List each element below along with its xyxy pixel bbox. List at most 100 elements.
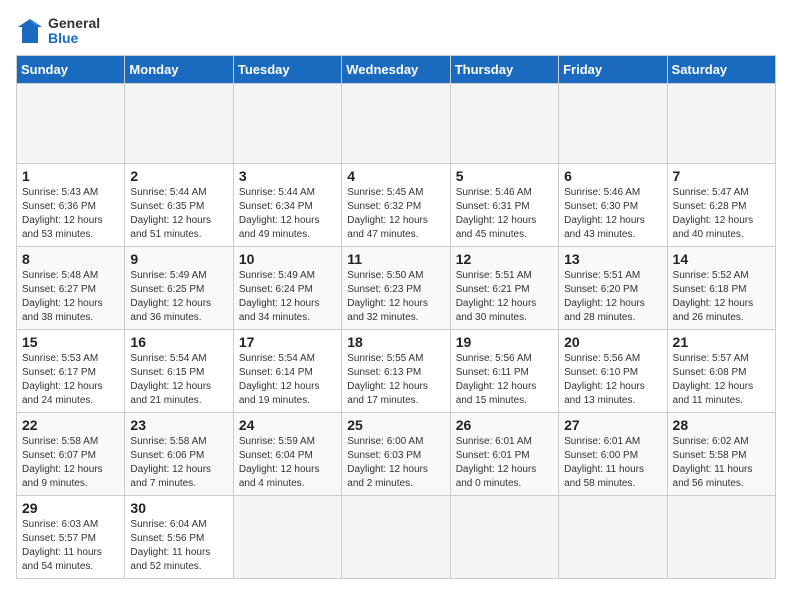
day-info: Sunrise: 5:56 AM Sunset: 6:11 PM Dayligh… <box>456 352 553 408</box>
day-number: 20 <box>564 334 661 350</box>
day-info: Sunrise: 6:00 AM Sunset: 6:03 PM Dayligh… <box>347 435 444 491</box>
day-header-monday: Monday <box>125 55 233 83</box>
day-cell: 4 Sunrise: 5:45 AM Sunset: 6:32 PM Daylig… <box>342 163 450 246</box>
day-number: 5 <box>456 168 553 184</box>
day-cell: 13 Sunrise: 5:51 AM Sunset: 6:20 PM Dayli… <box>559 246 667 329</box>
day-cell: 6 Sunrise: 5:46 AM Sunset: 6:30 PM Daylig… <box>559 163 667 246</box>
day-number: 12 <box>456 251 553 267</box>
day-cell: 23 Sunrise: 5:58 AM Sunset: 6:06 PM Dayli… <box>125 412 233 495</box>
day-number: 23 <box>130 417 227 433</box>
day-number: 17 <box>239 334 336 350</box>
calendar-table: SundayMondayTuesdayWednesdayThursdayFrid… <box>16 55 776 579</box>
day-cell <box>559 83 667 163</box>
day-info: Sunrise: 5:58 AM Sunset: 6:07 PM Dayligh… <box>22 435 119 491</box>
day-number: 18 <box>347 334 444 350</box>
day-info: Sunrise: 5:59 AM Sunset: 6:04 PM Dayligh… <box>239 435 336 491</box>
day-number: 21 <box>673 334 770 350</box>
day-number: 13 <box>564 251 661 267</box>
day-info: Sunrise: 5:44 AM Sunset: 6:34 PM Dayligh… <box>239 186 336 242</box>
day-number: 16 <box>130 334 227 350</box>
day-cell: 17 Sunrise: 5:54 AM Sunset: 6:14 PM Dayli… <box>233 329 341 412</box>
day-number: 1 <box>22 168 119 184</box>
day-info: Sunrise: 6:01 AM Sunset: 6:00 PM Dayligh… <box>564 435 661 491</box>
day-cell: 28 Sunrise: 6:02 AM Sunset: 5:58 PM Dayli… <box>667 412 775 495</box>
day-cell: 26 Sunrise: 6:01 AM Sunset: 6:01 PM Dayli… <box>450 412 558 495</box>
day-cell <box>17 83 125 163</box>
day-cell: 3 Sunrise: 5:44 AM Sunset: 6:34 PM Daylig… <box>233 163 341 246</box>
day-number: 26 <box>456 417 553 433</box>
day-info: Sunrise: 5:54 AM Sunset: 6:15 PM Dayligh… <box>130 352 227 408</box>
day-cell: 15 Sunrise: 5:53 AM Sunset: 6:17 PM Dayli… <box>17 329 125 412</box>
day-cell: 20 Sunrise: 5:56 AM Sunset: 6:10 PM Dayli… <box>559 329 667 412</box>
day-number: 28 <box>673 417 770 433</box>
days-header-row: SundayMondayTuesdayWednesdayThursdayFrid… <box>17 55 776 83</box>
day-number: 6 <box>564 168 661 184</box>
day-cell: 21Sunrise: 5:57 AM Sunset: 6:08 PM Dayli… <box>667 329 775 412</box>
week-row-3: 15 Sunrise: 5:53 AM Sunset: 6:17 PM Dayli… <box>17 329 776 412</box>
day-cell: 7Sunrise: 5:47 AM Sunset: 6:28 PM Daylig… <box>667 163 775 246</box>
day-header-saturday: Saturday <box>667 55 775 83</box>
day-number: 7 <box>673 168 770 184</box>
day-info: Sunrise: 5:51 AM Sunset: 6:21 PM Dayligh… <box>456 269 553 325</box>
day-info: Sunrise: 5:45 AM Sunset: 6:32 PM Dayligh… <box>347 186 444 242</box>
day-info: Sunrise: 5:58 AM Sunset: 6:06 PM Dayligh… <box>130 435 227 491</box>
day-info: Sunrise: 5:46 AM Sunset: 6:30 PM Dayligh… <box>564 186 661 242</box>
day-number: 30 <box>130 500 227 516</box>
day-info: Sunrise: 5:43 AM Sunset: 6:36 PM Dayligh… <box>22 186 119 242</box>
day-cell: 5Sunrise: 5:46 AM Sunset: 6:31 PM Daylig… <box>450 163 558 246</box>
day-info: Sunrise: 6:01 AM Sunset: 6:01 PM Dayligh… <box>456 435 553 491</box>
logo-bird-icon <box>16 17 44 45</box>
day-number: 8 <box>22 251 119 267</box>
day-number: 19 <box>456 334 553 350</box>
day-number: 10 <box>239 251 336 267</box>
week-row-4: 22Sunrise: 5:58 AM Sunset: 6:07 PM Dayli… <box>17 412 776 495</box>
week-row-0 <box>17 83 776 163</box>
day-cell <box>342 83 450 163</box>
day-cell: 19 Sunrise: 5:56 AM Sunset: 6:11 PM Dayli… <box>450 329 558 412</box>
day-info: Sunrise: 5:51 AM Sunset: 6:20 PM Dayligh… <box>564 269 661 325</box>
day-header-thursday: Thursday <box>450 55 558 83</box>
day-cell: 16 Sunrise: 5:54 AM Sunset: 6:15 PM Dayli… <box>125 329 233 412</box>
day-cell <box>667 495 775 578</box>
day-cell: 25 Sunrise: 6:00 AM Sunset: 6:03 PM Dayli… <box>342 412 450 495</box>
day-info: Sunrise: 6:02 AM Sunset: 5:58 PM Dayligh… <box>673 435 770 491</box>
day-header-friday: Friday <box>559 55 667 83</box>
day-cell <box>125 83 233 163</box>
day-number: 25 <box>347 417 444 433</box>
day-cell <box>342 495 450 578</box>
day-number: 4 <box>347 168 444 184</box>
day-header-sunday: Sunday <box>17 55 125 83</box>
day-cell: 2Sunrise: 5:44 AM Sunset: 6:35 PM Daylig… <box>125 163 233 246</box>
day-cell: 9 Sunrise: 5:49 AM Sunset: 6:25 PM Daylig… <box>125 246 233 329</box>
day-number: 15 <box>22 334 119 350</box>
day-info: Sunrise: 5:49 AM Sunset: 6:25 PM Dayligh… <box>130 269 227 325</box>
day-number: 9 <box>130 251 227 267</box>
day-header-wednesday: Wednesday <box>342 55 450 83</box>
day-info: Sunrise: 5:49 AM Sunset: 6:24 PM Dayligh… <box>239 269 336 325</box>
day-cell: 8Sunrise: 5:48 AM Sunset: 6:27 PM Daylig… <box>17 246 125 329</box>
day-cell: 14Sunrise: 5:52 AM Sunset: 6:18 PM Dayli… <box>667 246 775 329</box>
logo-blue: Blue <box>48 31 100 46</box>
day-cell: 11Sunrise: 5:50 AM Sunset: 6:23 PM Dayli… <box>342 246 450 329</box>
day-number: 3 <box>239 168 336 184</box>
calendar-body: 1 Sunrise: 5:43 AM Sunset: 6:36 PM Daylig… <box>17 83 776 578</box>
day-info: Sunrise: 5:50 AM Sunset: 6:23 PM Dayligh… <box>347 269 444 325</box>
day-cell <box>450 495 558 578</box>
day-number: 27 <box>564 417 661 433</box>
day-cell: 27 Sunrise: 6:01 AM Sunset: 6:00 PM Dayli… <box>559 412 667 495</box>
week-row-2: 8Sunrise: 5:48 AM Sunset: 6:27 PM Daylig… <box>17 246 776 329</box>
day-info: Sunrise: 5:54 AM Sunset: 6:14 PM Dayligh… <box>239 352 336 408</box>
day-cell: 12 Sunrise: 5:51 AM Sunset: 6:21 PM Dayli… <box>450 246 558 329</box>
day-info: Sunrise: 6:03 AM Sunset: 5:57 PM Dayligh… <box>22 518 119 574</box>
day-cell: 24 Sunrise: 5:59 AM Sunset: 6:04 PM Dayli… <box>233 412 341 495</box>
day-cell: 10 Sunrise: 5:49 AM Sunset: 6:24 PM Dayli… <box>233 246 341 329</box>
day-info: Sunrise: 5:55 AM Sunset: 6:13 PM Dayligh… <box>347 352 444 408</box>
page-header: General Blue <box>16 16 776 47</box>
day-number: 29 <box>22 500 119 516</box>
week-row-5: 29 Sunrise: 6:03 AM Sunset: 5:57 PM Dayli… <box>17 495 776 578</box>
day-info: Sunrise: 5:53 AM Sunset: 6:17 PM Dayligh… <box>22 352 119 408</box>
day-number: 24 <box>239 417 336 433</box>
day-cell: 30Sunrise: 6:04 AM Sunset: 5:56 PM Dayli… <box>125 495 233 578</box>
day-info: Sunrise: 5:56 AM Sunset: 6:10 PM Dayligh… <box>564 352 661 408</box>
logo: General Blue <box>16 16 100 47</box>
